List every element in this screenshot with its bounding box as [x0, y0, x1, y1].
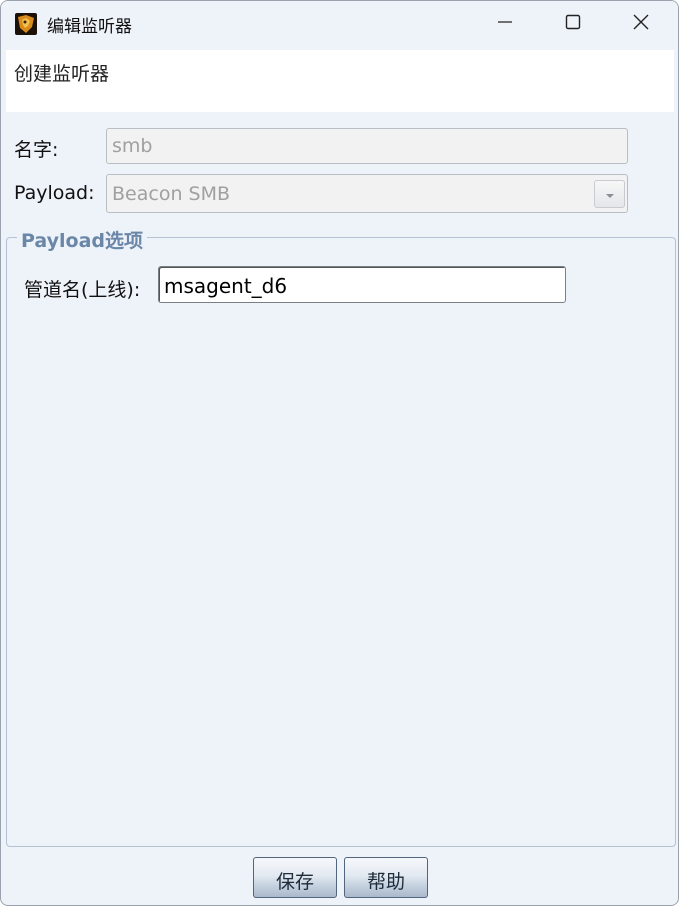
payload-options-group: Payload选项 — [6, 226, 676, 847]
pipe-name-label: 管道名(上线): — [24, 279, 141, 301]
name-label: 名字: — [14, 139, 59, 161]
close-button[interactable] — [607, 1, 675, 47]
minimize-icon — [497, 14, 513, 34]
chevron-down-icon — [604, 183, 616, 205]
maximize-icon — [565, 14, 581, 34]
window-title: 编辑监听器 — [47, 17, 132, 37]
minimize-button[interactable] — [471, 1, 539, 47]
name-field: smb — [106, 128, 628, 164]
help-button[interactable]: 帮助 — [344, 857, 428, 898]
payload-select-value: Beacon SMB — [112, 183, 231, 205]
header-title: 创建监听器 — [14, 63, 110, 85]
header-panel: 创建监听器 — [6, 50, 674, 112]
edit-listener-window: 编辑监听器 创建监听器 名字: smb Payload: Beacon SMB — [0, 0, 679, 906]
pipe-name-input[interactable]: msagent_d6 — [158, 266, 566, 303]
payload-options-legend: Payload选项 — [17, 226, 148, 253]
payload-label: Payload: — [14, 182, 95, 204]
close-icon — [632, 13, 650, 35]
maximize-button[interactable] — [539, 1, 607, 47]
payload-select: Beacon SMB — [106, 174, 628, 213]
payload-dropdown-button — [594, 180, 625, 208]
title-bar: 编辑监听器 — [1, 1, 678, 47]
app-logo-icon — [15, 13, 37, 35]
save-button[interactable]: 保存 — [253, 857, 337, 898]
